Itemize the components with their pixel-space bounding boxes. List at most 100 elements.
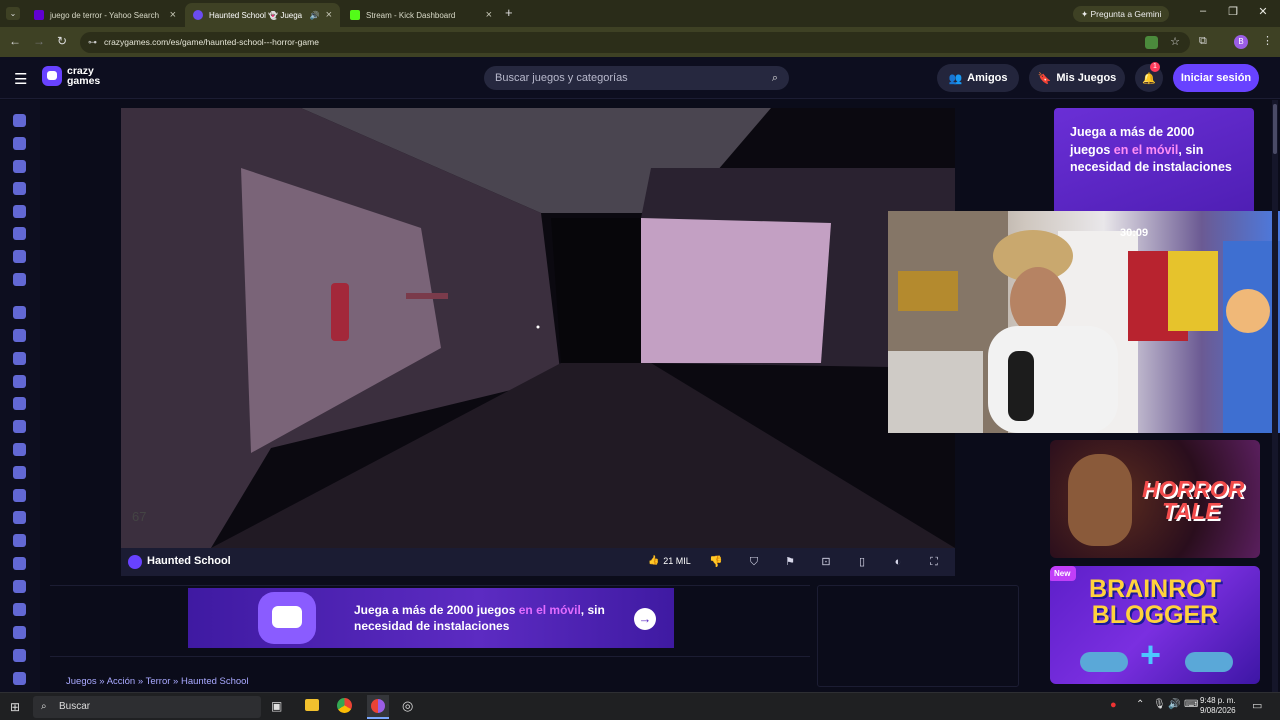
site-info-icon[interactable]: ⊶ bbox=[88, 32, 97, 53]
microphone-icon[interactable]: 🎙 bbox=[1153, 699, 1166, 710]
forward-icon[interactable]: → bbox=[33, 34, 45, 48]
basketball-icon[interactable] bbox=[13, 352, 26, 365]
fire-extinguisher bbox=[331, 283, 349, 341]
driving-icon[interactable] bbox=[13, 534, 26, 547]
volume-icon[interactable]: 🔊 bbox=[1168, 699, 1180, 710]
game-canvas[interactable]: 67 bbox=[121, 108, 955, 548]
friends-button[interactable]: 👥 Amigos bbox=[937, 64, 1019, 92]
tab-yahoo[interactable]: juego de terror - Yahoo Search × bbox=[26, 3, 184, 27]
shooting-icon[interactable] bbox=[13, 649, 26, 662]
sound-icon[interactable]: ◐ bbox=[891, 555, 905, 569]
casual-icon[interactable] bbox=[13, 466, 26, 479]
beauty-icon[interactable] bbox=[13, 375, 26, 388]
report-icon[interactable]: ⚑ bbox=[783, 555, 797, 569]
hamburger-menu-icon[interactable]: ☰ bbox=[14, 70, 27, 88]
site-logo[interactable]: crazy games bbox=[67, 66, 100, 87]
tray-app-icon[interactable]: ● bbox=[1110, 699, 1117, 711]
game-logo-icon bbox=[128, 555, 142, 569]
breadcrumb-link[interactable]: Terror bbox=[146, 676, 171, 687]
quiz-icon[interactable] bbox=[13, 672, 26, 685]
trending-icon[interactable] bbox=[13, 182, 26, 195]
like-button[interactable]: 👍 21 MIL bbox=[648, 555, 691, 566]
game-card-brainrot-blogger[interactable]: New BRAINROT BLOGGER + bbox=[1050, 566, 1260, 684]
controller-icon[interactable] bbox=[13, 511, 26, 524]
login-button[interactable]: Iniciar sesión bbox=[1173, 64, 1259, 92]
new-tab-icon[interactable]: + bbox=[505, 5, 513, 20]
mobile-ad-card[interactable]: Juega a más de 2000 juegos en el móvil, … bbox=[1054, 108, 1254, 218]
close-icon[interactable]: × bbox=[170, 9, 176, 21]
action-icon[interactable] bbox=[13, 306, 26, 319]
breadcrumb-link[interactable]: Juegos bbox=[66, 676, 97, 687]
notification-center-icon[interactable]: ▭ bbox=[1252, 699, 1262, 712]
page-scrollbar[interactable] bbox=[1272, 100, 1278, 692]
bookmark-star-icon[interactable]: ☆ bbox=[1170, 32, 1180, 53]
close-icon[interactable]: × bbox=[486, 9, 492, 21]
two-player-icon[interactable] bbox=[13, 273, 26, 286]
mask-figure bbox=[1068, 454, 1132, 546]
task-view-icon[interactable]: ▣ bbox=[271, 699, 282, 713]
address-bar[interactable]: ⊶ crazygames.com/es/game/haunted-school-… bbox=[80, 32, 1190, 53]
close-icon[interactable]: × bbox=[326, 9, 332, 21]
escape-icon[interactable] bbox=[13, 557, 26, 570]
fullscreen-icon[interactable]: ⛶ bbox=[927, 555, 941, 569]
originals-icon[interactable] bbox=[13, 227, 26, 240]
gemini-button[interactable]: ✦ Pregunta a Gemini bbox=[1073, 6, 1170, 22]
windows-start-icon[interactable]: ⊞ bbox=[10, 700, 20, 714]
bike-icon[interactable] bbox=[13, 397, 26, 410]
game-card-horror-tale[interactable]: HORROR TALE bbox=[1050, 440, 1260, 558]
puzzle-icon[interactable] bbox=[13, 626, 26, 639]
search-input[interactable]: Buscar juegos y categorías ⌕ bbox=[484, 66, 789, 90]
car-icon[interactable] bbox=[13, 420, 26, 433]
extensions-icon[interactable]: ⧉ bbox=[1199, 35, 1207, 48]
multiplayer-icon[interactable] bbox=[13, 250, 26, 263]
back-icon[interactable]: ← bbox=[9, 34, 21, 48]
promo-highlight: en el móvil bbox=[518, 603, 581, 617]
chrome-icon[interactable] bbox=[337, 698, 352, 713]
obs-icon[interactable]: ◎ bbox=[402, 698, 413, 714]
cast-icon[interactable] bbox=[1145, 36, 1158, 49]
card-title: HORROR TALE bbox=[1142, 478, 1244, 523]
search-placeholder: Buscar juegos y categorías bbox=[495, 72, 628, 84]
word-icon[interactable] bbox=[13, 603, 26, 616]
tab-kick[interactable]: Stream - Kick Dashboard × bbox=[342, 3, 500, 27]
recent-icon[interactable] bbox=[13, 137, 26, 150]
thumbs-down-icon[interactable]: 👎 bbox=[709, 555, 723, 569]
tab-haunted-school[interactable]: Haunted School 👻 Juega 🔊 × bbox=[185, 3, 340, 27]
restore-icon[interactable]: ❐ bbox=[1223, 5, 1243, 18]
network-icon[interactable]: ⌨ bbox=[1184, 699, 1198, 710]
clicker-icon[interactable] bbox=[13, 489, 26, 502]
browser-menu-icon[interactable]: ⋮ bbox=[1262, 34, 1273, 47]
home-icon[interactable] bbox=[13, 114, 26, 127]
minimize-icon[interactable]: – bbox=[1193, 5, 1213, 17]
file-explorer-icon[interactable] bbox=[305, 699, 319, 711]
card-icon[interactable] bbox=[13, 443, 26, 456]
search-icon[interactable]: ⌕ bbox=[772, 66, 778, 90]
new-icon[interactable] bbox=[13, 160, 26, 173]
adventure-icon[interactable] bbox=[13, 329, 26, 342]
profile-avatar[interactable]: B bbox=[1234, 35, 1248, 49]
ad-slot bbox=[817, 585, 1019, 687]
crazygames-logo-icon[interactable] bbox=[42, 66, 62, 86]
tab-title: Haunted School 👻 Juega bbox=[209, 10, 303, 20]
breadcrumb-link[interactable]: Acción bbox=[107, 676, 136, 687]
mobile-promo-banner[interactable]: Juega a más de 2000 juegos en el móvil, … bbox=[188, 588, 674, 648]
promo-text-a: Juega a más de 2000 juegos bbox=[354, 603, 519, 617]
plus-icon: + bbox=[1140, 634, 1162, 675]
arrow-right-icon[interactable]: → bbox=[634, 608, 656, 630]
reload-icon[interactable]: ↻ bbox=[57, 34, 67, 48]
portrait-icon[interactable]: ▯ bbox=[855, 555, 869, 569]
chrome-active-icon[interactable] bbox=[367, 695, 389, 719]
shark-icon bbox=[1080, 652, 1128, 672]
tray-expand-icon[interactable]: ⌃ bbox=[1136, 699, 1144, 710]
my-games-button[interactable]: 🔖 Mis Juegos bbox=[1029, 64, 1125, 92]
login-label: Iniciar sesión bbox=[1180, 72, 1252, 84]
system-clock[interactable]: 9:48 p. m. 9/08/2026 bbox=[1200, 696, 1236, 716]
updated-icon[interactable] bbox=[13, 205, 26, 218]
tab-search-icon[interactable]: ⌄ bbox=[6, 7, 20, 20]
close-window-icon[interactable]: ✕ bbox=[1253, 5, 1273, 18]
favorite-bookmark-icon[interactable]: ⛉ bbox=[747, 555, 761, 569]
taskbar-search[interactable]: ⌕ Buscar bbox=[33, 696, 261, 718]
speaker-icon[interactable]: 🔊 bbox=[310, 11, 320, 20]
fps-icon[interactable] bbox=[13, 580, 26, 593]
theater-icon[interactable]: ⊡ bbox=[819, 555, 833, 569]
